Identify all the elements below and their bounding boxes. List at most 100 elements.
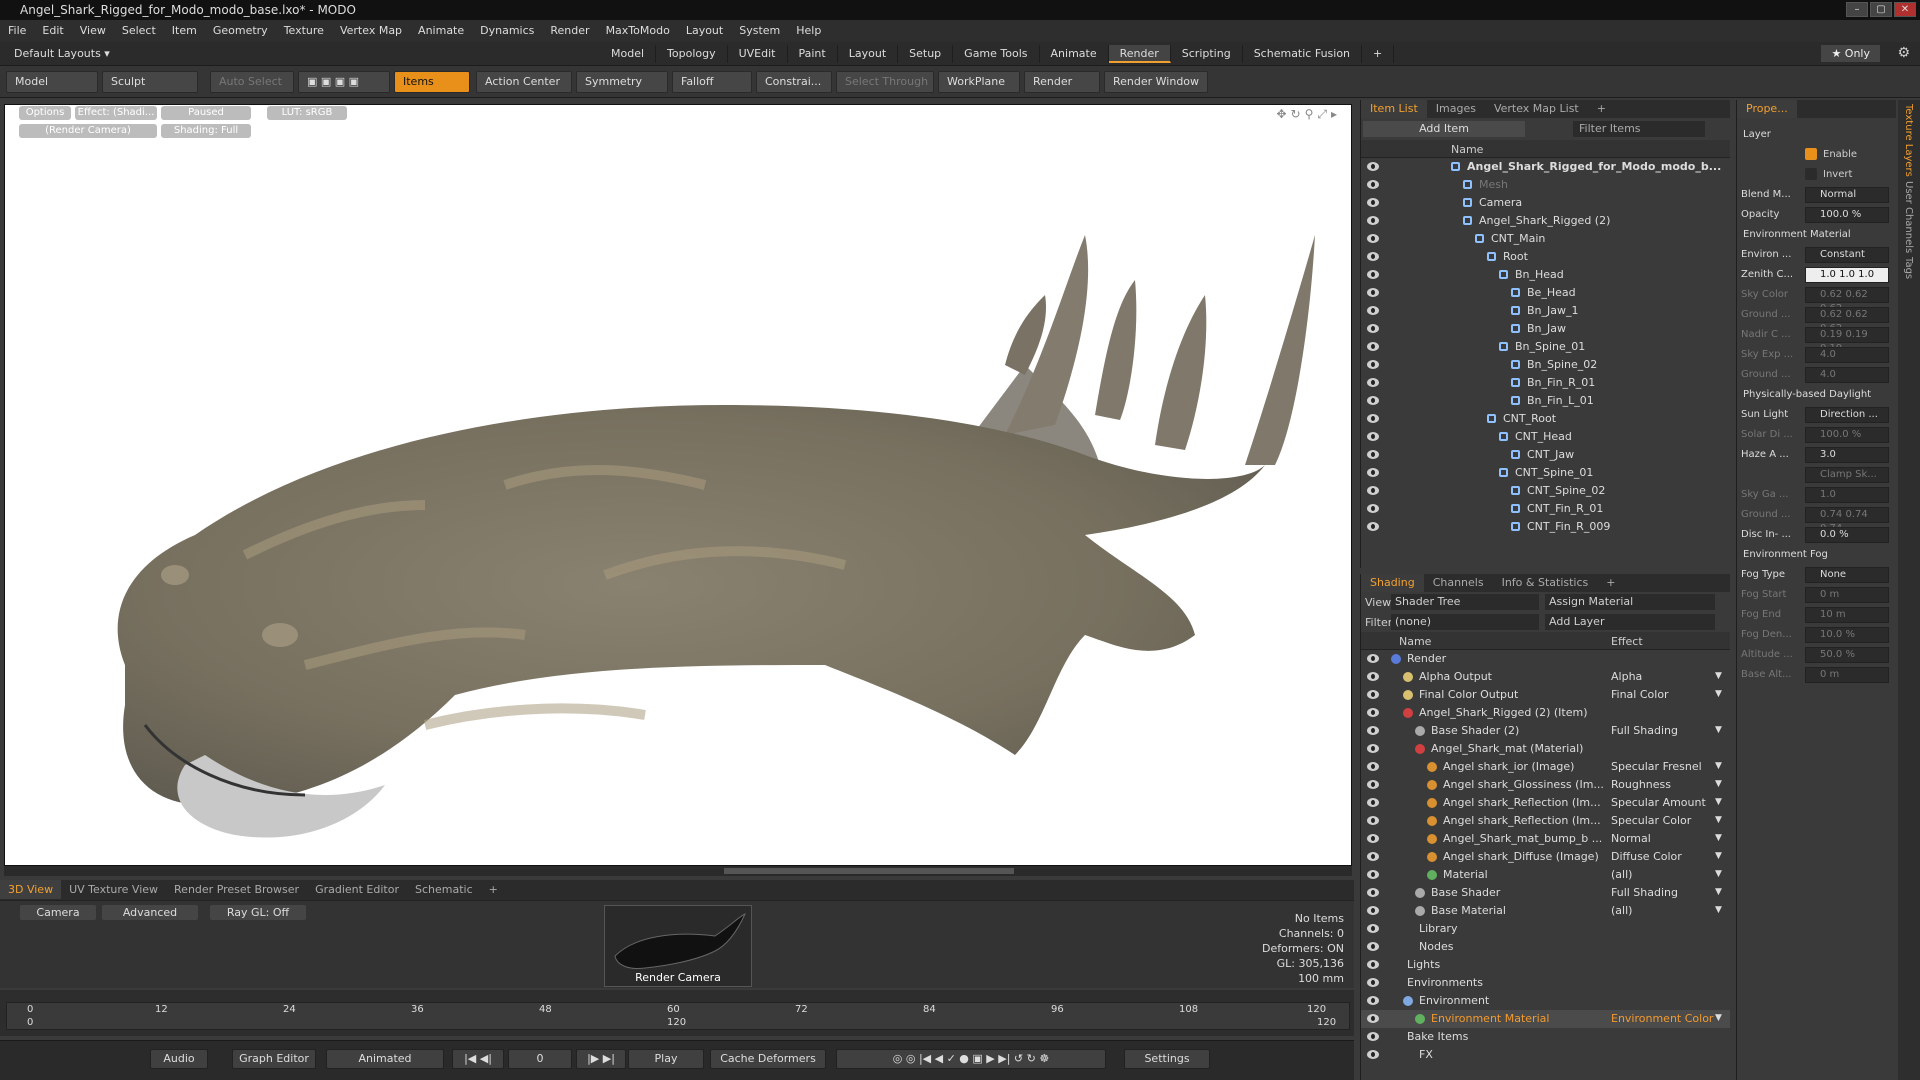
audio-button[interactable]: Audio — [150, 1049, 208, 1069]
visibility-eye-icon[interactable] — [1367, 252, 1379, 261]
menu-geometry[interactable]: Geometry — [205, 20, 276, 42]
tab-vertex-map-list[interactable]: Vertex Map List — [1485, 100, 1588, 118]
visibility-eye-icon[interactable] — [1367, 414, 1379, 423]
shader-row[interactable]: Angel_Shark_mat_bump_b ... Normal ▼ — [1361, 830, 1730, 848]
next-key-buttons[interactable]: |▶ ▶| — [576, 1049, 626, 1069]
render-window-button[interactable]: Render Window — [1104, 71, 1208, 93]
prev-key-buttons[interactable]: |◀ ◀| — [452, 1049, 504, 1069]
animated-dropdown[interactable]: Animated — [326, 1049, 444, 1069]
visibility-eye-icon[interactable] — [1367, 816, 1379, 825]
item-row[interactable]: CNT_Head — [1361, 428, 1730, 446]
item-row[interactable]: Bn_Spine_01 — [1361, 338, 1730, 356]
shader-effect[interactable]: Environment Color — [1611, 1012, 1713, 1025]
visibility-eye-icon[interactable] — [1367, 906, 1379, 915]
bottom-3d-view[interactable]: Camera Advanced Ray GL: Off Render Camer… — [0, 900, 1354, 988]
property-value[interactable]: 10 m — [1805, 607, 1889, 623]
property-value[interactable]: 3.0 — [1805, 447, 1889, 463]
dropdown-arrow-icon[interactable]: ▼ — [1715, 1013, 1722, 1023]
gear-icon[interactable]: ⚙ — [1897, 45, 1910, 61]
invert-checkbox[interactable] — [1805, 168, 1817, 180]
item-row[interactable]: CNT_Fin_R_01 — [1361, 500, 1730, 518]
visibility-eye-icon[interactable] — [1367, 378, 1379, 387]
item-row[interactable]: Bn_Head — [1361, 266, 1730, 284]
visibility-eye-icon[interactable] — [1367, 342, 1379, 351]
property-value[interactable]: 0.74 0.74 0.74 — [1805, 507, 1889, 534]
shader-row[interactable]: Environment Material Environment Color ▼ — [1361, 1010, 1730, 1028]
shader-row[interactable]: Final Color Output Final Color ▼ — [1361, 686, 1730, 704]
falloff-button[interactable]: Falloff — [672, 71, 752, 93]
layout-tab-uvedit[interactable]: UVEdit — [728, 45, 788, 63]
visibility-eye-icon[interactable] — [1367, 180, 1379, 189]
menu-texture[interactable]: Texture — [276, 20, 332, 42]
property-value[interactable]: 1.0 — [1805, 487, 1889, 503]
tab-item-list[interactable]: Item List — [1361, 100, 1427, 118]
shader-effect[interactable]: Alpha — [1611, 670, 1642, 683]
layout-tab-game-tools[interactable]: Game Tools — [953, 45, 1040, 63]
tab-shading[interactable]: Shading — [1361, 574, 1424, 592]
visibility-eye-icon[interactable] — [1367, 780, 1379, 789]
visibility-eye-icon[interactable] — [1367, 762, 1379, 771]
property-value[interactable]: None — [1805, 567, 1889, 583]
side-tab-texture-layers[interactable]: Texture Layers — [1903, 104, 1914, 177]
shader-row[interactable]: Base Shader (2) Full Shading ▼ — [1361, 722, 1730, 740]
timeline-ruler[interactable]: 0 12 24 36 48 60 72 84 96 108 120 0 120 120 — [6, 1002, 1350, 1030]
item-row[interactable]: CNT_Spine_01 — [1361, 464, 1730, 482]
menu-file[interactable]: File — [0, 20, 34, 42]
shader-effect[interactable]: Specular Amount — [1611, 796, 1706, 809]
auto-select-button[interactable]: Auto Select — [210, 71, 294, 93]
shader-effect[interactable]: Final Color — [1611, 688, 1669, 701]
item-row[interactable]: CNT_Spine_02 — [1361, 482, 1730, 500]
dropdown-arrow-icon[interactable]: ▼ — [1715, 887, 1722, 897]
filter-dropdown[interactable]: (none) — [1391, 614, 1539, 630]
timeline[interactable]: 0 12 24 36 48 60 72 84 96 108 120 0 120 120 — [0, 990, 1354, 1036]
visibility-eye-icon[interactable] — [1367, 888, 1379, 897]
dropdown-arrow-icon[interactable]: ▼ — [1715, 851, 1722, 861]
shader-row[interactable]: FX — [1361, 1046, 1730, 1064]
visibility-eye-icon[interactable] — [1367, 198, 1379, 207]
visibility-eye-icon[interactable] — [1367, 834, 1379, 843]
item-row[interactable]: Angel_Shark_Rigged_for_Modo_modo_b... — [1361, 158, 1730, 176]
add-layer-dropdown[interactable]: Add Layer — [1545, 614, 1715, 630]
layout-tab-topology[interactable]: Topology — [656, 45, 728, 63]
property-value[interactable]: 0.62 0.62 0.62 — [1805, 287, 1889, 314]
visibility-eye-icon[interactable] — [1367, 690, 1379, 699]
visibility-eye-icon[interactable] — [1367, 306, 1379, 315]
shader-row[interactable]: Base Shader Full Shading ▼ — [1361, 884, 1730, 902]
default-layouts-dropdown[interactable]: Default Layouts ▾ — [14, 47, 110, 60]
minimize-button[interactable]: – — [1846, 2, 1868, 17]
maximize-button[interactable]: ▢ — [1870, 2, 1892, 17]
layout-tab-schematic-fusion[interactable]: Schematic Fusion — [1243, 45, 1363, 63]
shader-row[interactable]: Angel shark_Glossiness (Im... Roughness ▼ — [1361, 776, 1730, 794]
menu-maxtomodo[interactable]: MaxToModo — [598, 20, 678, 42]
shader-row[interactable]: Environment — [1361, 992, 1730, 1010]
dropdown-arrow-icon[interactable]: ▼ — [1715, 869, 1722, 879]
frame-field[interactable]: 0 — [508, 1049, 572, 1069]
property-value[interactable]: 1.0 1.0 1.0 — [1805, 267, 1889, 283]
visibility-eye-icon[interactable] — [1367, 468, 1379, 477]
close-button[interactable]: ✕ — [1894, 2, 1916, 17]
visibility-eye-icon[interactable] — [1367, 672, 1379, 681]
layout-tab-paint[interactable]: Paint — [788, 45, 838, 63]
filter-items-input[interactable]: Filter Items — [1573, 121, 1705, 137]
shader-effect[interactable]: Specular Fresnel — [1611, 760, 1702, 773]
dropdown-arrow-icon[interactable]: ▼ — [1715, 725, 1722, 735]
visibility-eye-icon[interactable] — [1367, 978, 1379, 987]
property-value[interactable]: 50.0 % — [1805, 647, 1889, 663]
visibility-eye-icon[interactable] — [1367, 288, 1379, 297]
cache-deformers-button[interactable]: Cache Deformers — [710, 1049, 826, 1069]
side-tab-user-channels[interactable]: User Channels — [1903, 181, 1914, 253]
visibility-eye-icon[interactable] — [1367, 396, 1379, 405]
layout-tab-render[interactable]: Render — [1108, 45, 1171, 63]
assign-material-dropdown[interactable]: Assign Material — [1545, 594, 1715, 610]
visibility-eye-icon[interactable] — [1367, 450, 1379, 459]
visibility-eye-icon[interactable] — [1367, 654, 1379, 663]
shader-row[interactable]: Bake Items — [1361, 1028, 1730, 1046]
property-value[interactable]: 4.0 — [1805, 367, 1889, 383]
visibility-eye-icon[interactable] — [1367, 522, 1379, 531]
layout-tab-animate[interactable]: Animate — [1040, 45, 1109, 63]
play-button[interactable]: Play — [628, 1049, 704, 1069]
layout-tab-setup[interactable]: Setup — [898, 45, 954, 63]
visibility-eye-icon[interactable] — [1367, 996, 1379, 1005]
menu-render[interactable]: Render — [542, 20, 597, 42]
menu-layout[interactable]: Layout — [678, 20, 731, 42]
